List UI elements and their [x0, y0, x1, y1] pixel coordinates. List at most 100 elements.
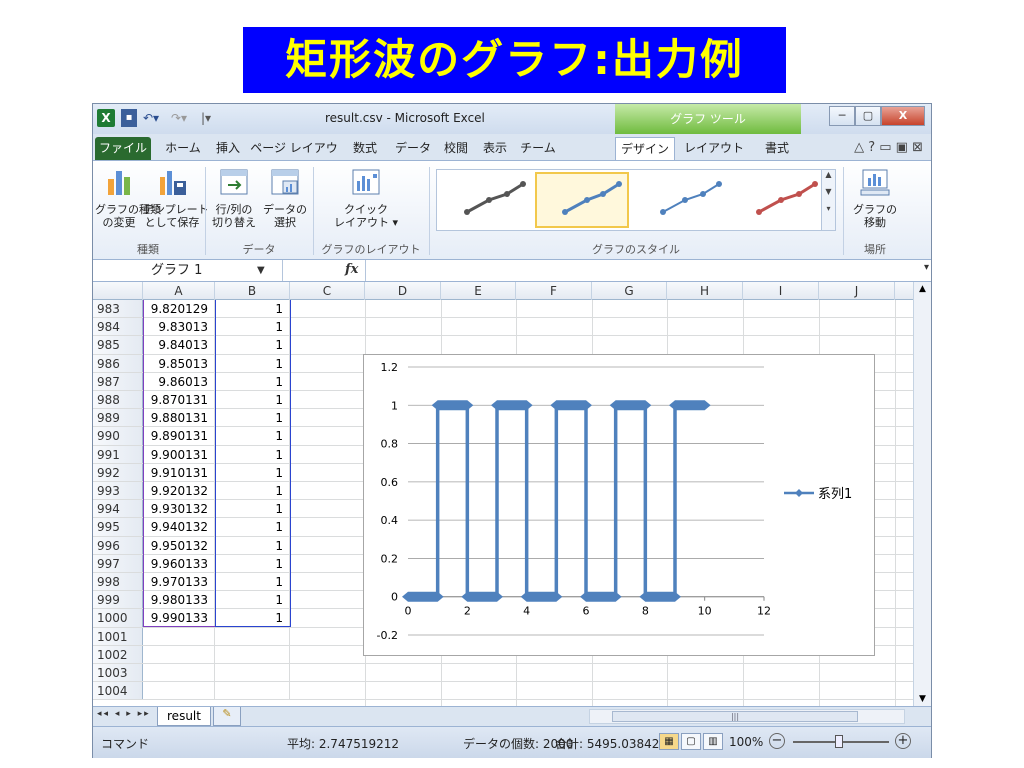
row-header[interactable]: 1001 [93, 627, 143, 645]
cell-a[interactable] [143, 682, 215, 700]
column-header[interactable]: C [290, 282, 365, 300]
row-header[interactable]: 1003 [93, 664, 143, 682]
cell-a[interactable]: 9.920132 [143, 482, 215, 500]
tab-layout[interactable]: レイアウト [683, 137, 745, 160]
row-header[interactable]: 996 [93, 536, 143, 554]
sheet-tab-result[interactable]: result [157, 707, 211, 726]
embedded-chart[interactable]: -0.2 0 0.2 0.4 0.6 0.8 1 1.2 0 2 4 6 8 10 12 系列1 [363, 354, 875, 656]
chart-style-2[interactable] [535, 172, 629, 228]
cell-a[interactable]: 9.950132 [143, 536, 215, 554]
cell-a[interactable]: 9.980133 [143, 591, 215, 609]
cell-a[interactable]: 9.84013 [143, 336, 215, 354]
save-template-button[interactable]: テンプレート として保存 [143, 167, 209, 229]
cell-a[interactable]: 9.940132 [143, 518, 215, 536]
page-layout-view-icon[interactable]: ▢ [681, 733, 701, 750]
cell-a[interactable]: 9.86013 [143, 372, 215, 390]
zoom-slider-thumb[interactable] [835, 735, 843, 748]
row-header[interactable]: 999 [93, 591, 143, 609]
cell-b[interactable]: 1 [215, 482, 290, 500]
gallery-scroll[interactable]: ▲ ▼ ▾ [821, 170, 835, 230]
formula-input[interactable] [365, 260, 917, 281]
cell-a[interactable]: 9.990133 [143, 609, 215, 627]
ribbon-help-icons[interactable]: △ ? ▭ ▣ ⊠ [854, 140, 923, 155]
page-break-view-icon[interactable]: ▥ [703, 733, 723, 750]
row-header[interactable]: 984 [93, 318, 143, 336]
cell-b[interactable] [215, 682, 290, 700]
cell-b[interactable]: 1 [215, 536, 290, 554]
row-header[interactable]: 1002 [93, 645, 143, 663]
scroll-up-icon[interactable]: ▲ [822, 170, 835, 179]
scroll-up-icon[interactable]: ▲ [914, 284, 931, 294]
scroll-down-icon[interactable]: ▼ [822, 187, 835, 196]
change-chart-type-button[interactable]: グラフの種類 の変更 [95, 167, 161, 229]
zoom-in-icon[interactable]: + [895, 733, 911, 749]
tab-insert[interactable]: 挿入 [211, 137, 245, 160]
cell-b[interactable]: 1 [215, 336, 290, 354]
cell-a[interactable]: 9.960133 [143, 554, 215, 572]
row-header[interactable]: 997 [93, 554, 143, 572]
switch-row-column-button[interactable]: 行/列の 切り替え [209, 167, 259, 229]
cell-a[interactable]: 9.880131 [143, 409, 215, 427]
cell-a[interactable] [143, 627, 215, 645]
cell-b[interactable]: 1 [215, 609, 290, 627]
tab-data[interactable]: データ [391, 137, 435, 160]
insert-function-icon[interactable]: fx [345, 262, 358, 277]
cell-a[interactable]: 9.85013 [143, 354, 215, 372]
cell-b[interactable]: 1 [215, 463, 290, 481]
select-all-corner[interactable] [93, 282, 143, 300]
customize-qat-icon[interactable]: |▾ [201, 109, 217, 127]
chart-style-3[interactable] [635, 172, 729, 228]
cell-b[interactable] [215, 664, 290, 682]
tab-view[interactable]: 表示 [477, 137, 513, 160]
row-header[interactable]: 988 [93, 391, 143, 409]
row-header[interactable]: 990 [93, 427, 143, 445]
tab-home[interactable]: ホーム [159, 137, 207, 160]
cell-a[interactable]: 9.870131 [143, 391, 215, 409]
column-header[interactable]: B [215, 282, 290, 300]
horizontal-scrollbar[interactable]: ||| [589, 709, 905, 724]
column-header[interactable]: D [365, 282, 441, 300]
chart-style-4[interactable] [731, 172, 825, 228]
cell-a[interactable]: 9.900131 [143, 445, 215, 463]
zoom-level[interactable]: 100% [729, 735, 763, 749]
tab-review[interactable]: 校閲 [439, 137, 473, 160]
cell-b[interactable]: 1 [215, 500, 290, 518]
close-button[interactable]: X [881, 106, 925, 126]
row-header[interactable]: 1004 [93, 682, 143, 700]
cell-b[interactable]: 1 [215, 573, 290, 591]
zoom-out-icon[interactable]: − [769, 733, 785, 749]
cell-b[interactable] [215, 627, 290, 645]
row-header[interactable]: 985 [93, 336, 143, 354]
row-header[interactable]: 994 [93, 500, 143, 518]
tab-format[interactable]: 書式 [759, 137, 795, 160]
tab-team[interactable]: チーム [517, 137, 559, 160]
cell-a[interactable] [143, 664, 215, 682]
gallery-more-icon[interactable]: ▾ [822, 204, 835, 213]
row-header[interactable]: 987 [93, 372, 143, 390]
cell-b[interactable] [215, 645, 290, 663]
cell-b[interactable]: 1 [215, 318, 290, 336]
save-icon[interactable]: ▪ [121, 109, 137, 127]
cell-a[interactable]: 9.83013 [143, 318, 215, 336]
cell-a[interactable]: 9.930132 [143, 500, 215, 518]
cell-b[interactable]: 1 [215, 300, 290, 318]
cell-b[interactable]: 1 [215, 591, 290, 609]
column-header[interactable]: E [441, 282, 516, 300]
sheet-navigation-icons[interactable]: ◂◂ ◂ ▸ ▸▸ [97, 709, 151, 719]
row-header[interactable]: 993 [93, 482, 143, 500]
row-header[interactable]: 995 [93, 518, 143, 536]
select-data-button[interactable]: データの 選択 [261, 167, 309, 229]
cell-a[interactable]: 9.910131 [143, 463, 215, 481]
normal-view-icon[interactable]: ▦ [659, 733, 679, 750]
quick-layout-button[interactable]: クイック レイアウト ▾ [325, 167, 407, 229]
cell-a[interactable]: 9.970133 [143, 573, 215, 591]
cell-b[interactable]: 1 [215, 391, 290, 409]
cell-b[interactable]: 1 [215, 445, 290, 463]
tab-page-layout[interactable]: ページ レイアウト [247, 137, 341, 177]
expand-formula-bar-icon[interactable]: ▾ [924, 262, 929, 273]
row-header[interactable]: 992 [93, 463, 143, 481]
row-header[interactable]: 991 [93, 445, 143, 463]
restore-button[interactable]: ▢ [855, 106, 881, 126]
cell-a[interactable]: 9.820129 [143, 300, 215, 318]
tab-design[interactable]: デザイン [615, 137, 675, 160]
